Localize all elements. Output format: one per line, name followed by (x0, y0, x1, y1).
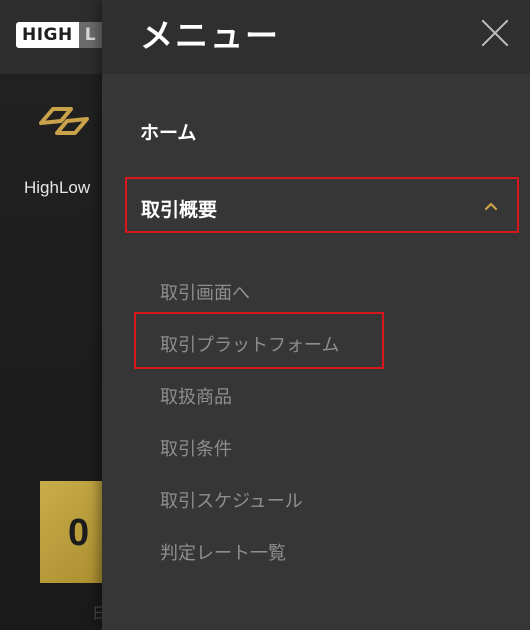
menu-item-home[interactable]: ホーム (140, 118, 196, 145)
submenu-item-trading-conditions[interactable]: 取引条件 (160, 435, 232, 461)
menu-section-trading-overview[interactable]: 取引概要 (125, 177, 519, 233)
submenu-item-trading-platform[interactable]: 取引プラットフォーム (160, 331, 339, 357)
submenu-item-rate-list[interactable]: 判定レート一覧 (160, 539, 286, 565)
highlow-brand-icon (39, 107, 89, 135)
drawer-header: メニュー (102, 0, 530, 74)
close-icon[interactable] (480, 18, 510, 48)
site-logo[interactable]: HIGH L (16, 22, 104, 48)
chevron-up-icon (485, 202, 497, 211)
submenu-item-trading-screen[interactable]: 取引画面へ (160, 279, 250, 305)
logo-high-text: HIGH (16, 22, 79, 48)
menu-section-label: 取引概要 (141, 199, 218, 221)
menu-title: メニュー (140, 16, 280, 55)
logo-low-text: L (78, 22, 104, 48)
brand-name: HighLow (24, 178, 91, 197)
side-menu-drawer: メニュー ホーム 取引概要 取引画面へ 取引プラットフォーム 取扱商品 取引条件… (102, 0, 530, 630)
app-screen: HIGH L HighLow 0 日 メニュー ホーム 取引概要 取引画面へ 取… (0, 0, 530, 630)
submenu-item-products[interactable]: 取扱商品 (160, 383, 232, 409)
promo-tile-text: 0 (68, 512, 90, 554)
submenu-item-trading-schedule[interactable]: 取引スケジュール (160, 487, 303, 513)
